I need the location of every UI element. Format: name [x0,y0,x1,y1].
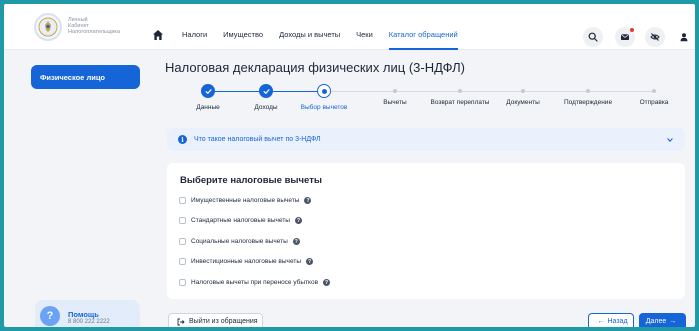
checkbox[interactable] [179,279,186,286]
app-window: Личный Кабинет Налогоплательщика Налоги … [4,4,695,327]
info-text: Что такое налоговый вычет по 3-НДФЛ [194,136,321,143]
top-header: Личный Кабинет Налогоплательщика Налоги … [4,4,695,50]
next-label: Далее [645,318,667,325]
arrow-left-icon: ← [597,318,605,325]
nav-item-income-deductions[interactable]: Доходы и вычеты [271,30,348,50]
info-icon: i [178,135,187,144]
card-title: Выберите налоговые вычеты [180,175,322,186]
search-button[interactable] [583,27,603,47]
home-icon[interactable] [152,29,164,41]
option-property-deductions[interactable]: Имущественные налоговые вычеты ? [179,197,312,204]
step-pending-dot [521,89,525,93]
option-social-deductions[interactable]: Социальные налоговые вычеты ? [179,238,300,245]
deduction-info-accordion[interactable]: i Что такое налоговый вычет по 3-НДФЛ [167,128,685,151]
option-label[interactable]: Социальные налоговые вычеты [191,238,288,245]
eye-off-icon [650,33,660,41]
nav-item-taxes[interactable]: Налоги [174,30,215,50]
checkbox[interactable] [179,217,186,224]
check-icon [263,88,270,94]
question-icon[interactable]: ? [306,258,313,265]
checkbox[interactable] [179,197,186,204]
progress-stepper: Данные Доходы Выбор вычетов Вычеты Возвр… [184,84,672,124]
question-icon[interactable]: ? [304,197,312,204]
option-label[interactable]: Имущественные налоговые вычеты [191,197,299,204]
step-pending-dot [652,89,656,93]
checkbox[interactable] [179,238,186,245]
page-title: Налоговая декларация физических лиц (3-Н… [165,60,465,75]
exit-request-button[interactable]: Выйти из обращения [168,313,263,327]
option-label[interactable]: Инвестиционные налоговые вычеты [191,258,301,265]
step-label: Выбор вычетов [300,104,348,111]
notification-dot [630,28,634,32]
option-label[interactable]: Налоговые вычеты при переносе убытков [191,279,318,286]
arrow-right-icon: → [669,318,677,325]
messages-button[interactable] [615,27,635,47]
step-current-dot [317,84,331,98]
chevron-down-icon [667,138,673,143]
check-icon [205,88,212,94]
option-standard-deductions[interactable]: Стандартные налоговые вычеты ? [179,217,302,224]
nav-item-property[interactable]: Имущество [215,30,271,50]
option-loss-carryover-deductions[interactable]: Налоговые вычеты при переносе убытков ? [179,279,331,286]
question-icon[interactable]: ? [323,279,331,286]
option-investment-deductions[interactable]: Инвестиционные налоговые вычеты ? [179,258,313,265]
logout-icon [177,318,185,325]
help-title: Помощь [68,310,99,319]
mail-icon [621,34,629,40]
step-pending-dot [393,89,397,93]
main-nav: Налоги Имущество Доходы и вычеты Чеки Ка… [174,30,466,50]
help-phone[interactable]: 8 800 222 2222 [68,319,110,325]
emblem-icon [38,17,58,37]
step-pending-dot [586,89,590,93]
nav-item-receipts[interactable]: Чеки [348,30,381,50]
deductions-card: Выберите налоговые вычеты Имущественные … [167,163,685,299]
step-label: Отправка [639,99,669,106]
option-label[interactable]: Стандартные налоговые вычеты [191,217,290,224]
sidebar-item-individual[interactable]: Физическое лицо [31,65,140,89]
help-question-icon: ? [40,306,60,326]
step-done-dot [201,84,215,98]
back-button[interactable]: ← Назад [588,313,634,327]
fns-emblem-logo[interactable] [34,13,62,41]
visibility-toggle-button[interactable] [645,27,665,47]
next-button[interactable]: Далее → [639,313,686,327]
back-label: Назад [607,318,628,325]
question-icon[interactable]: ? [292,238,300,245]
checkbox[interactable] [179,258,186,265]
exit-label: Выйти из обращения [189,318,258,325]
step-pending-dot [458,89,462,93]
question-icon[interactable]: ? [294,217,302,224]
nav-item-requests-catalog[interactable]: Каталог обращений [381,30,466,50]
user-icon [680,33,688,42]
brand-line-3: Налогоплательщика [68,29,121,36]
step-choose-deductions[interactable]: Выбор вычетов [284,84,364,111]
profile-button[interactable] [674,27,694,47]
help-widget[interactable]: ? Помощь 8 800 222 2222 [35,300,140,327]
step-done-dot [259,84,273,98]
step-submission: Отправка [614,84,694,106]
brand-name: Личный Кабинет Налогоплательщика [68,17,120,36]
search-icon [588,32,598,42]
